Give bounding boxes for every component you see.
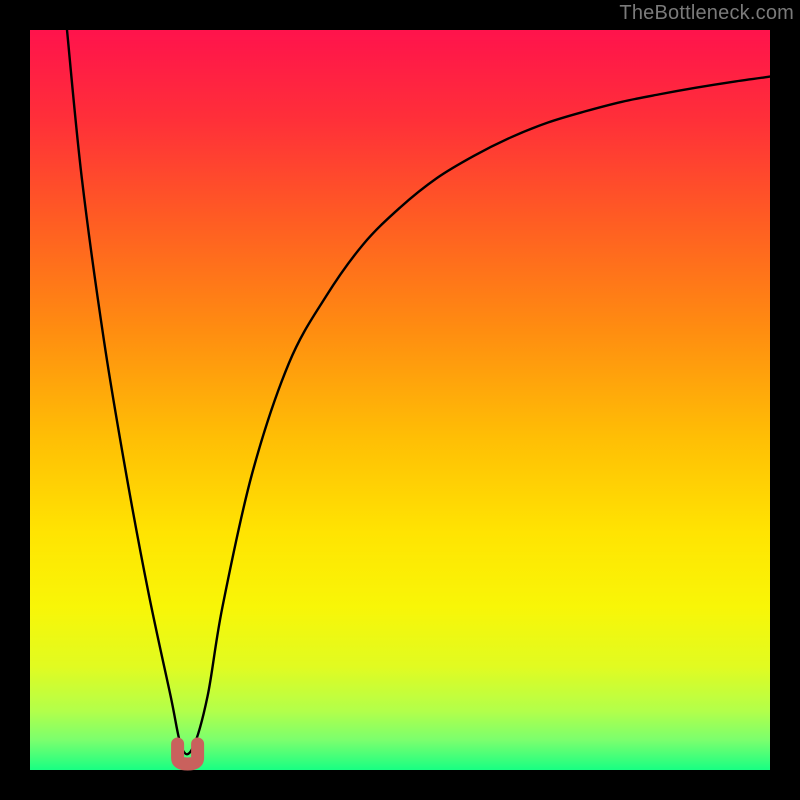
plot-background-gradient bbox=[30, 30, 770, 770]
bottleneck-chart bbox=[0, 0, 800, 800]
watermark-text: TheBottleneck.com bbox=[619, 2, 794, 25]
chart-container: TheBottleneck.com bbox=[0, 0, 800, 800]
